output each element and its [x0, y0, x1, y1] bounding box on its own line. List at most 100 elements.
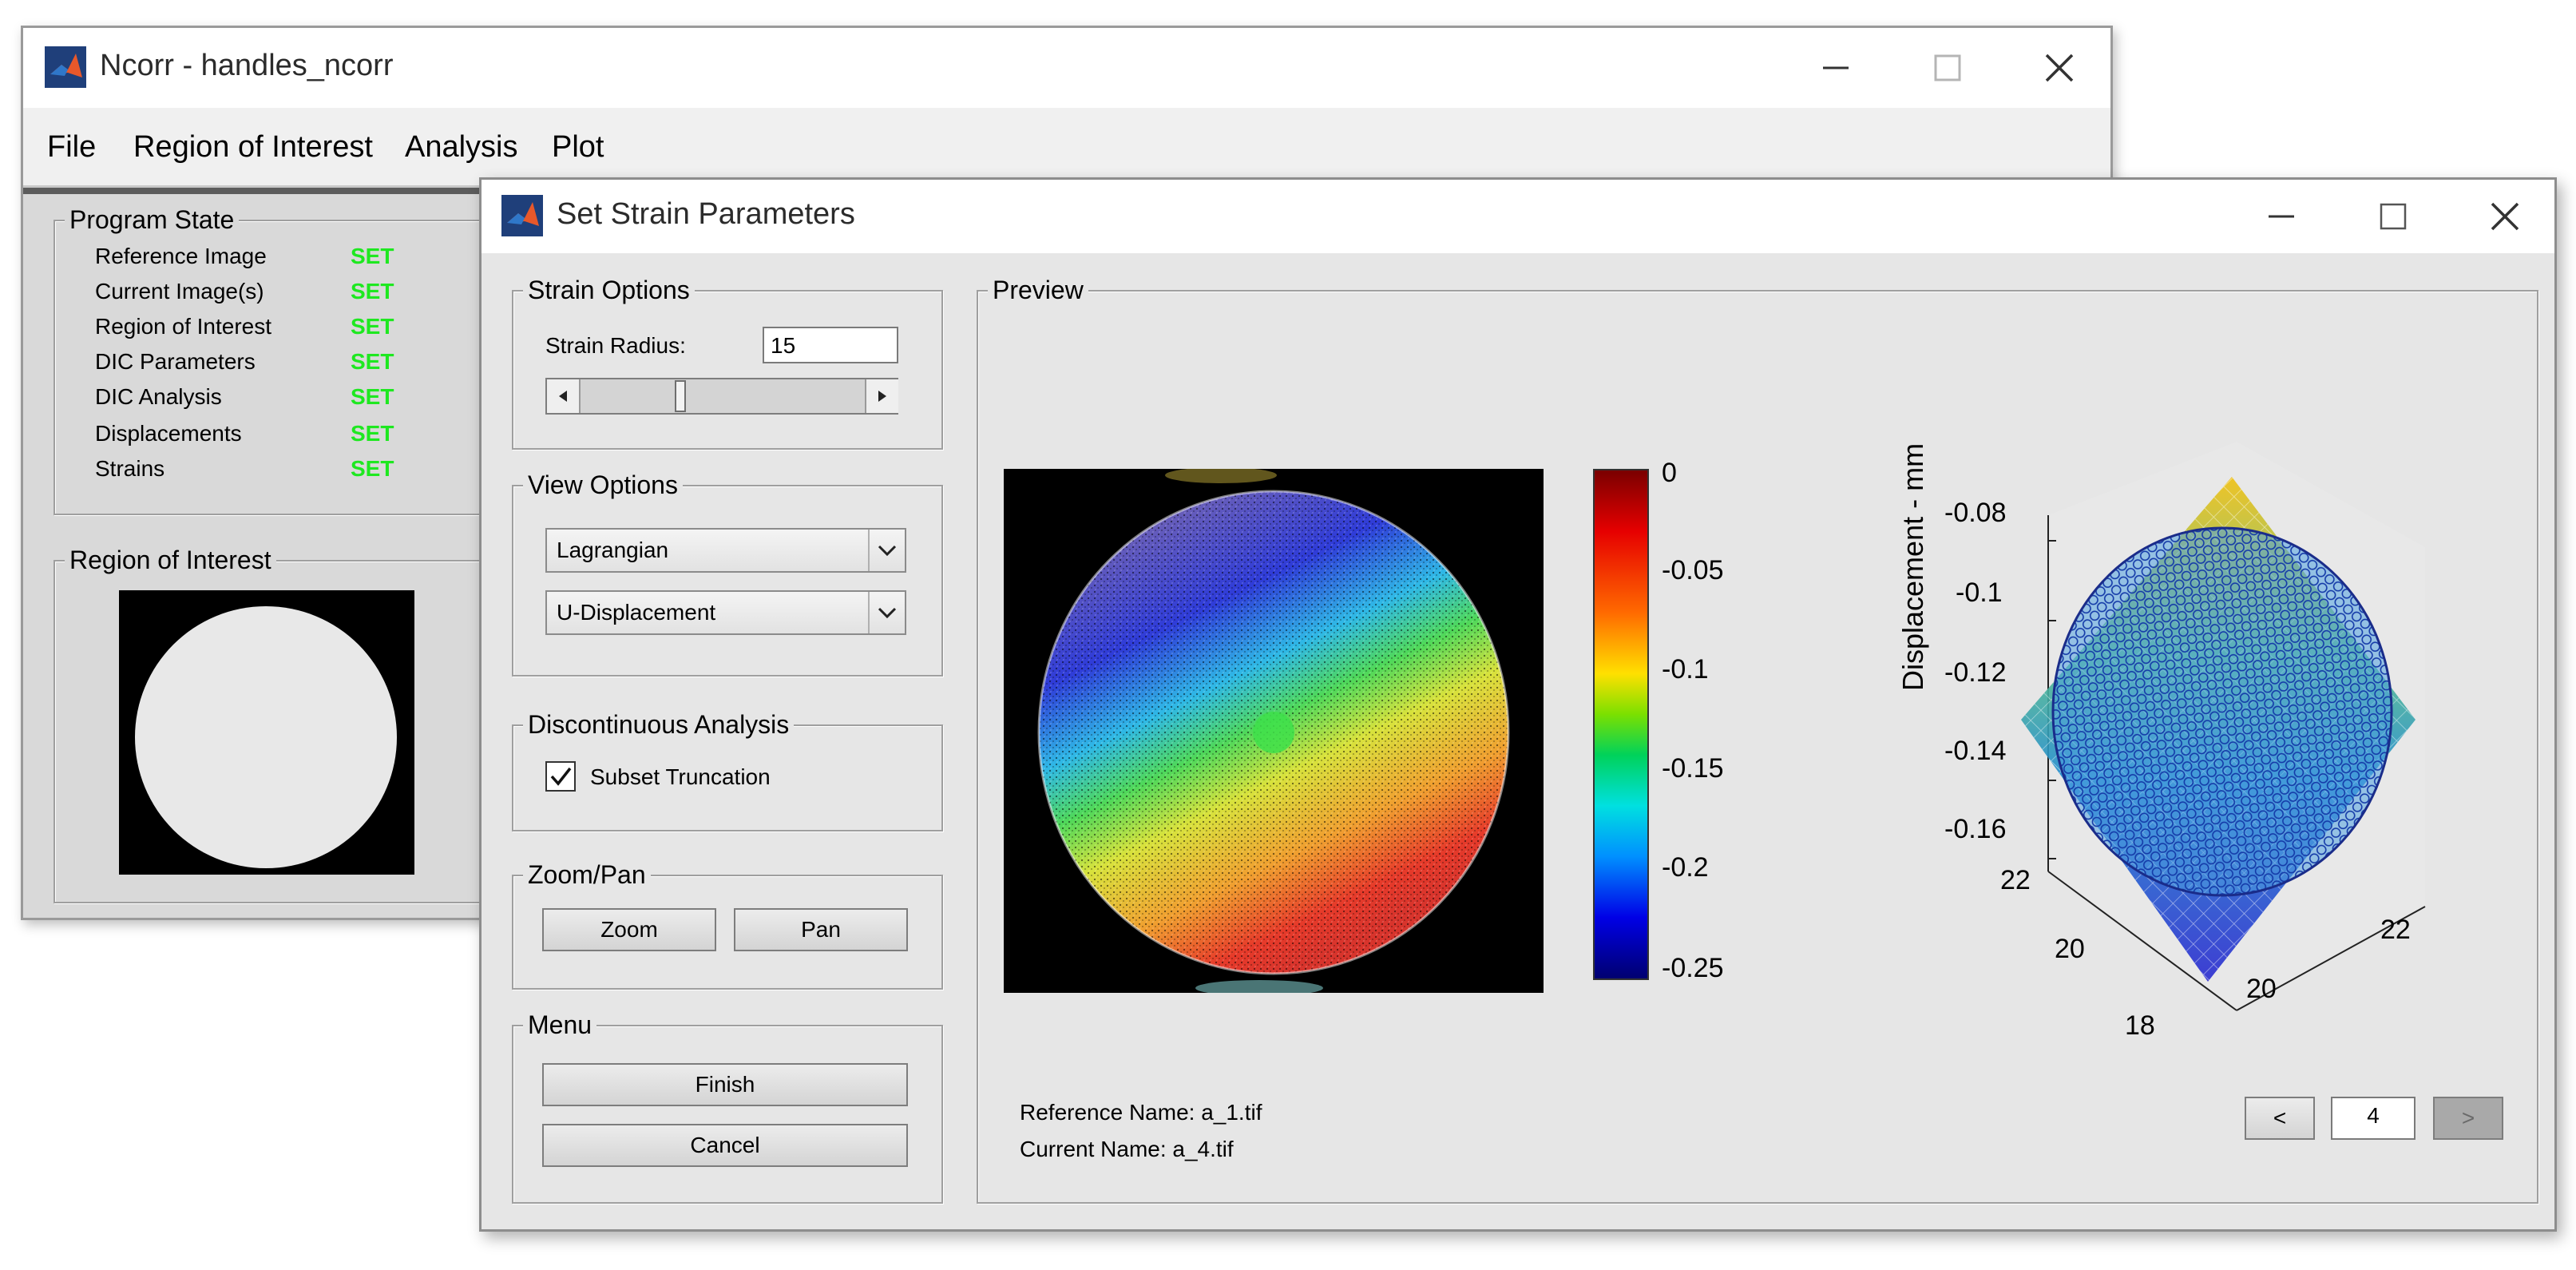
colorbar-tick: -0.05 [1662, 555, 1724, 585]
checkmark-icon [550, 767, 572, 786]
state-label-dic-parameters: DIC Parameters [95, 349, 256, 374]
close-button[interactable] [2027, 36, 2091, 100]
minimize-icon [1823, 66, 1849, 69]
state-label-reference-image: Reference Image [95, 244, 267, 268]
state-label-region-of-interest: Region of Interest [95, 314, 272, 339]
x-axis-tick: 18 [2125, 1010, 2155, 1041]
z-axis-tick: -0.14 [1944, 736, 2007, 766]
minimize-icon [2269, 215, 2294, 218]
colorbar-tick: 0 [1662, 458, 1677, 488]
x-axis-tick: 22 [2000, 865, 2031, 895]
maximize-icon [2380, 203, 2407, 230]
strain-options-title: Strain Options [523, 276, 695, 305]
strain-radius-slider[interactable] [545, 378, 898, 415]
strain-radius-label: Strain Radius: [545, 333, 686, 358]
colorbar-tick: -0.25 [1662, 953, 1724, 983]
z-axis-tick: -0.16 [1944, 814, 2007, 844]
main-window-title: Ncorr - handles_ncorr [100, 49, 394, 82]
zoom-pan-title: Zoom/Pan [523, 860, 651, 890]
previous-image-button[interactable]: < [2245, 1097, 2315, 1140]
roi-mask-preview [119, 590, 414, 875]
view-options-panel: View Options Lagrangian U-Displacement [512, 470, 943, 677]
main-title-bar[interactable]: Ncorr - handles_ncorr [23, 28, 2110, 108]
dialog-title-bar[interactable]: Set Strain Parameters [482, 180, 2554, 253]
matlab-app-icon [501, 195, 543, 236]
z-axis-tick: -0.12 [1944, 657, 2007, 688]
state-value-region-of-interest: SET [351, 314, 394, 339]
preview-title: Preview [988, 276, 1088, 305]
program-state-title: Program State [65, 205, 240, 235]
subset-truncation-label: Subset Truncation [590, 764, 771, 789]
colorbar-tick: -0.1 [1662, 654, 1709, 685]
roi-panel: Region of Interest [54, 546, 517, 903]
slider-right-arrow[interactable] [865, 379, 898, 413]
menu-file[interactable]: File [47, 130, 96, 165]
colorbar-tick: -0.2 [1662, 852, 1709, 883]
z-axis-tick: -0.08 [1944, 498, 2007, 528]
dialog-client-area: Strain Options Strain Radius: 15 View Op… [482, 253, 2554, 1229]
dialog-menu-panel: Menu Finish Cancel [512, 1010, 943, 1204]
minimize-button[interactable] [1804, 36, 1868, 100]
dialog-title: Set Strain Parameters [557, 197, 855, 231]
z-axis-tick: -0.1 [1956, 577, 2003, 608]
z-axis-label: Displacement - mm [1896, 443, 1929, 691]
displacement-field-dropdown[interactable]: U-Displacement [545, 590, 906, 635]
matlab-app-icon [45, 46, 86, 88]
chevron-down-icon [878, 545, 897, 557]
close-icon [2491, 202, 2519, 231]
chevron-down-icon [878, 607, 897, 619]
current-name-text: Current Name: a_4.tif [1020, 1137, 1234, 1161]
program-state-panel: Program State Reference Image SET Curren… [54, 205, 517, 515]
close-icon [2045, 54, 2074, 82]
state-value-strains: SET [351, 456, 394, 481]
y-axis-tick: 22 [2380, 915, 2411, 945]
dropdown-arrow[interactable] [868, 592, 905, 633]
discontinuous-analysis-title: Discontinuous Analysis [523, 710, 795, 740]
strain-radius-input[interactable]: 15 [763, 327, 898, 363]
displacement-field-image[interactable] [1004, 469, 1544, 993]
strain-options-panel: Strain Options Strain Radius: 15 [512, 276, 943, 450]
finish-button[interactable]: Finish [542, 1063, 908, 1106]
state-value-current-images: SET [351, 279, 394, 304]
roi-panel-title: Region of Interest [65, 546, 276, 575]
zoom-button[interactable]: Zoom [542, 908, 716, 951]
cancel-button[interactable]: Cancel [542, 1124, 908, 1167]
state-value-dic-analysis: SET [351, 384, 394, 409]
reference-frame-dropdown[interactable]: Lagrangian [545, 528, 906, 573]
displacement-field-value: U-Displacement [557, 600, 716, 625]
arrow-right-icon [878, 391, 886, 402]
arrow-left-icon [559, 391, 567, 402]
maximize-icon [1934, 54, 1961, 81]
pan-button[interactable]: Pan [734, 908, 908, 951]
reference-frame-value: Lagrangian [557, 538, 669, 562]
subset-truncation-checkbox[interactable] [545, 761, 576, 792]
y-axis-tick: 20 [2246, 974, 2277, 1004]
zoom-pan-panel: Zoom/Pan Zoom Pan [512, 860, 943, 990]
reference-name-text: Reference Name: a_1.tif [1020, 1100, 1262, 1125]
set-strain-parameters-window: Set Strain Parameters Strain Options Str… [479, 177, 2557, 1232]
dialog-close-button[interactable] [2473, 185, 2537, 248]
menu-plot[interactable]: Plot [552, 130, 604, 165]
view-options-title: View Options [523, 470, 683, 500]
maximize-button[interactable] [1916, 36, 1980, 100]
discontinuous-analysis-panel: Discontinuous Analysis Subset Truncation [512, 710, 943, 831]
menu-analysis[interactable]: Analysis [405, 130, 518, 165]
image-index-input[interactable]: 4 [2331, 1097, 2415, 1140]
slider-left-arrow[interactable] [547, 379, 581, 413]
colorbar [1593, 469, 1649, 980]
state-label-displacements: Displacements [95, 421, 242, 446]
state-value-reference-image: SET [351, 244, 394, 268]
state-label-current-images: Current Image(s) [95, 279, 264, 304]
slider-thumb[interactable] [675, 380, 686, 412]
dialog-maximize-button[interactable] [2361, 185, 2425, 248]
state-label-dic-analysis: DIC Analysis [95, 384, 222, 409]
dialog-menu-title: Menu [523, 1010, 597, 1040]
dropdown-arrow[interactable] [868, 530, 905, 571]
dialog-minimize-button[interactable] [2249, 185, 2313, 248]
state-value-dic-parameters: SET [351, 349, 394, 374]
colorbar-tick: -0.15 [1662, 753, 1724, 784]
x-axis-tick: 20 [2055, 934, 2085, 964]
next-image-button[interactable]: > [2433, 1097, 2503, 1140]
main-menu-bar: File Region of Interest Analysis Plot [23, 108, 2110, 188]
menu-region-of-interest[interactable]: Region of Interest [133, 130, 373, 165]
